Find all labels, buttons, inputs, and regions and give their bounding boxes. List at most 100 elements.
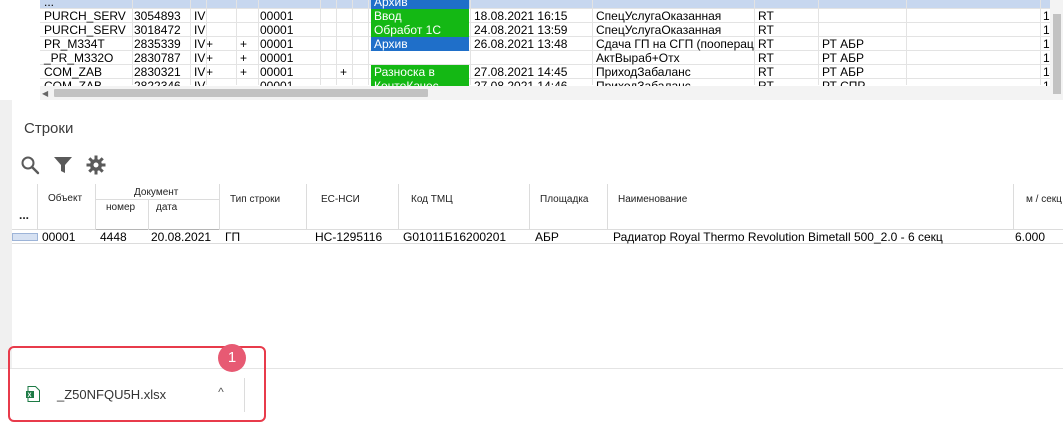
- search-icon: [21, 156, 40, 175]
- cell-status: Разноска в: [371, 65, 469, 79]
- table-row[interactable]: PR_M334T 2835339 IV + +00001 Архив 26.08.2021 …: [40, 37, 1063, 51]
- cell-name: Радиатор Royal Thermo Revolution Bimetal…: [613, 230, 943, 244]
- cell-rt: RT: [758, 37, 774, 51]
- column-menu-header[interactable]: ...: [12, 184, 38, 230]
- cell-obj: 00001: [260, 9, 294, 23]
- settings-button[interactable]: [86, 155, 108, 177]
- cell-desc: ПриходЗабаланс: [596, 65, 691, 79]
- cell-obj: 00001: [260, 23, 294, 37]
- column-divider: [320, 0, 321, 85]
- header-line-type[interactable]: Тип строки: [220, 184, 307, 230]
- header-doc-date: дата: [156, 202, 178, 213]
- cell-iv: IV: [194, 51, 206, 65]
- table-row[interactable]: _PR_M332O 2830787 IV + +00001 АктВыраб+Отх RT Р…: [40, 51, 1063, 65]
- cell-ec-nsi: НС-1295116: [315, 230, 383, 244]
- cell-date: 20.08.2021: [151, 230, 212, 244]
- cell-p1: +: [206, 65, 214, 79]
- cell-date: 27.08.2021 14:45: [474, 65, 568, 79]
- column-divider: [258, 0, 259, 85]
- table-row[interactable]: ... Архив: [40, 0, 1063, 9]
- cell-status: Ввод: [371, 9, 469, 23]
- cell-object: 00001: [42, 230, 76, 244]
- filter-icon: [54, 157, 72, 173]
- cell-p2: +: [240, 37, 248, 51]
- cell-num: 3054893: [134, 9, 181, 23]
- cell-code: ...: [44, 0, 55, 9]
- horizontal-scrollbar[interactable]: ◀: [40, 86, 1050, 100]
- column-divider: [470, 0, 471, 85]
- cell-p1: +: [206, 51, 214, 65]
- column-divider: [352, 0, 353, 85]
- cell-obj: 00001: [260, 65, 294, 79]
- column-divider: [592, 0, 593, 85]
- cell-desc: Сдача ГП на СГП (пооперац: [596, 37, 754, 51]
- cell-rt2: РТ АБР: [822, 51, 865, 65]
- cell-num: 2830787: [134, 51, 181, 65]
- header-name[interactable]: Наименование: [608, 184, 1014, 230]
- column-divider: [818, 0, 819, 85]
- documents-table-body: ... Архив PURCH_SERV 3054893 IV 00001 Ввод 18.0…: [40, 0, 1063, 93]
- cell-iv: IV: [194, 23, 206, 37]
- cell-num: 3018472: [134, 23, 181, 37]
- header-object[interactable]: Объект: [38, 184, 96, 230]
- column-divider: [190, 0, 191, 85]
- cell-tmc: G01011Б16200201: [403, 230, 507, 244]
- cell-rt: RT: [758, 65, 774, 79]
- header-document[interactable]: Документ номер дата: [96, 184, 220, 230]
- filter-button[interactable]: [53, 155, 75, 177]
- cell-type: ГП: [225, 230, 241, 244]
- cell-number: 4448: [100, 230, 127, 244]
- header-site[interactable]: Площадка: [530, 184, 608, 230]
- search-button[interactable]: [20, 155, 42, 177]
- vertical-scrollbar[interactable]: [1050, 0, 1063, 100]
- scroll-left-icon[interactable]: ◀: [42, 89, 48, 98]
- cell-status: Архив: [371, 0, 469, 9]
- cell-rt: RT: [758, 51, 774, 65]
- gear-icon: [86, 155, 106, 175]
- cell-obj: 00001: [260, 51, 294, 65]
- cell-code: PR_M334T: [44, 37, 105, 51]
- column-divider: [206, 0, 207, 85]
- table-row[interactable]: PURCH_SERV 3018472 IV 00001 Обработ 1С 24.08.…: [40, 23, 1063, 37]
- scrollbar-thumb[interactable]: [1053, 14, 1061, 94]
- cell-status: Обработ 1С: [371, 23, 469, 37]
- lines-panel: Строки ... Объект Документ номер дата Ти…: [12, 100, 1063, 368]
- column-divider: [336, 0, 337, 85]
- documents-table: ... Архив PURCH_SERV 3054893 IV 00001 Ввод 18.0…: [0, 0, 1063, 100]
- column-divider: [236, 0, 237, 85]
- header-m-sec[interactable]: м / секц: [1014, 184, 1063, 230]
- table-row[interactable]: 00001 4448 20.08.2021 ГП НС-1295116 G010…: [12, 230, 1063, 244]
- table-row[interactable]: COM_ZAB 2830321 IV + +00001 + Разноска в 27.08.…: [40, 65, 1063, 79]
- column-divider: [1040, 0, 1041, 85]
- cell-obj: 00001: [260, 37, 294, 51]
- column-divider: [754, 0, 755, 85]
- column-divider: [132, 0, 133, 85]
- table-row[interactable]: PURCH_SERV 3054893 IV 00001 Ввод 18.08.2021 1…: [40, 9, 1063, 23]
- cell-p3: +: [340, 65, 348, 79]
- cell-num: 2830321: [134, 65, 181, 79]
- cell-iv: IV: [194, 37, 206, 51]
- cell-rt2: РТ АБР: [822, 37, 865, 51]
- column-divider: [368, 0, 369, 85]
- header-tmc-code[interactable]: Код ТМЦ: [399, 184, 530, 230]
- cell-desc: СпецУслугаОказанная: [596, 23, 722, 37]
- cell-date: 18.08.2021 16:15: [474, 9, 568, 23]
- cell-status: Архив: [371, 37, 469, 51]
- scrollbar-thumb[interactable]: [54, 89, 428, 97]
- cell-date: 24.08.2021 13:59: [474, 23, 568, 37]
- header-doc-number: номер: [106, 202, 136, 213]
- column-divider: [906, 0, 907, 85]
- cell-m-sec: 6.000: [1015, 230, 1046, 244]
- cell-code: PURCH_SERV: [44, 9, 126, 23]
- cell-iv: IV: [194, 65, 206, 79]
- cell-desc: АктВыраб+Отх: [596, 51, 680, 65]
- cell-rt: RT: [758, 9, 774, 23]
- row-selector[interactable]: [12, 233, 38, 241]
- cell-p2: +: [240, 65, 248, 79]
- cell-rt: RT: [758, 23, 774, 37]
- section-title: Строки: [24, 120, 74, 137]
- annotation-badge: 1: [218, 344, 246, 372]
- header-ec-nsi[interactable]: ЕС-НСИ: [307, 184, 399, 230]
- cell-site: АБР: [535, 230, 559, 244]
- cell-p1: +: [206, 37, 214, 51]
